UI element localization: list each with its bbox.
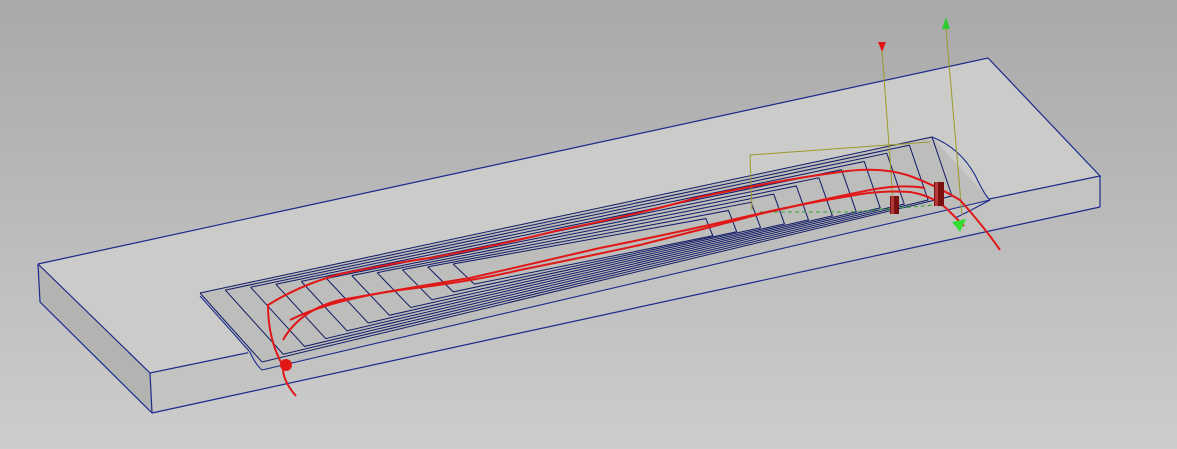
tool-holder-2-highlight	[935, 182, 938, 206]
toolpath-scene	[37, 17, 1102, 414]
start-point-marker[interactable]	[280, 359, 292, 371]
tool-holder-2[interactable]	[934, 182, 944, 206]
tool-holder-1-highlight	[891, 196, 894, 214]
axis-down-arrow-icon	[878, 42, 886, 52]
cam-3d-viewport[interactable]	[0, 0, 1177, 449]
tool-holder-1[interactable]	[890, 196, 899, 214]
axis-up-arrow-icon	[942, 17, 950, 29]
